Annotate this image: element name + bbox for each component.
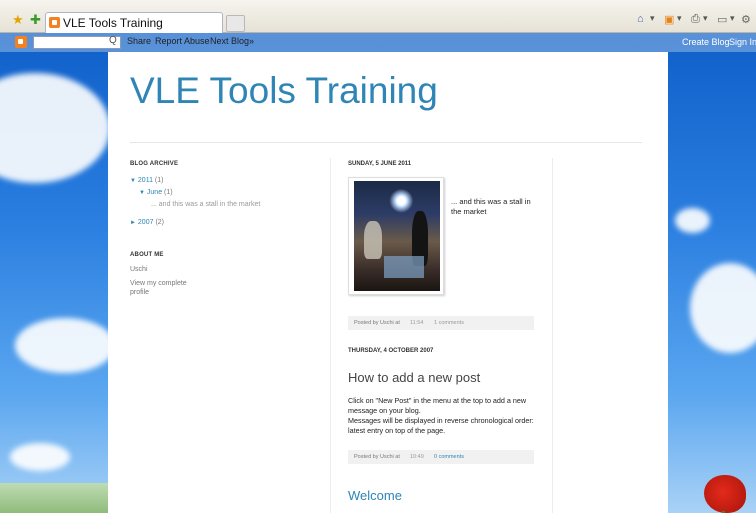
- archive-month-link[interactable]: June: [147, 189, 162, 196]
- archive-year-2007[interactable]: ► 2007 (2): [130, 219, 164, 226]
- photo-figure: [364, 221, 382, 259]
- posted-by-text: Posted by Uschi at: [354, 320, 400, 326]
- post-time-link[interactable]: 10:49: [410, 454, 424, 460]
- report-abuse-link[interactable]: Report Abuse: [155, 36, 210, 46]
- share-link[interactable]: Share: [127, 36, 151, 46]
- browser-tab[interactable]: VLE Tools Training: [45, 12, 223, 33]
- blog-content: VLE Tools Training BLOG ARCHIVE ▼ 2011 (…: [108, 52, 668, 513]
- cloud-decoration: [690, 263, 756, 353]
- posted-by-text: Posted by Uschi at: [354, 454, 400, 460]
- view-profile-link[interactable]: View my complete profile: [130, 279, 198, 298]
- blog-search-input[interactable]: [33, 36, 121, 49]
- archive-count: (2): [155, 219, 164, 226]
- cloud-decoration: [675, 208, 710, 233]
- post-footer: Posted by Uschi at 10:49 0 comments: [348, 450, 534, 464]
- archive-post-link[interactable]: ... and this was a stall in the market: [151, 201, 260, 208]
- post-footer: Posted by Uschi at 11:54 1 comments: [348, 316, 534, 330]
- post-title[interactable]: Welcome: [348, 488, 402, 503]
- print-icon[interactable]: ⎙: [691, 13, 700, 26]
- blog-archive-heading: BLOG ARCHIVE: [130, 161, 179, 167]
- post-caption: ... and this was a stall in the market: [451, 197, 531, 216]
- page-dropdown-icon[interactable]: ▾: [730, 13, 735, 24]
- grass-decoration: [0, 483, 110, 513]
- post-date: THURSDAY, 4 OCTOBER 2007: [348, 348, 434, 354]
- blogger-logo-icon[interactable]: [15, 36, 27, 48]
- page-background: Q Share Report Abuse Next Blog» Create B…: [0, 33, 756, 513]
- post-date: SUNDAY, 5 JUNE 2011: [348, 161, 412, 167]
- blog-title[interactable]: VLE Tools Training: [130, 70, 438, 112]
- about-me-heading: ABOUT ME: [130, 252, 164, 258]
- poppy-flower-image: [704, 475, 746, 513]
- archive-count: (1): [164, 189, 173, 196]
- column-divider: [330, 158, 331, 513]
- author-name[interactable]: Uschi: [130, 266, 148, 273]
- archive-count: (1): [154, 177, 164, 184]
- header-divider: [130, 142, 642, 143]
- collapse-triangle-icon[interactable]: ▼: [139, 190, 145, 196]
- archive-year-link[interactable]: 2007: [138, 219, 154, 226]
- post-time-link[interactable]: 11:54: [410, 320, 423, 326]
- post-title[interactable]: How to add a new post: [348, 370, 480, 385]
- blogger-favicon-icon: [49, 17, 60, 28]
- collapse-triangle-icon[interactable]: ▼: [130, 178, 136, 184]
- add-favorites-icon[interactable]: ✚: [30, 13, 44, 27]
- comments-link[interactable]: 0 comments: [434, 454, 464, 460]
- cloud-decoration: [0, 73, 110, 183]
- feed-icon[interactable]: ▣: [664, 13, 674, 26]
- expand-triangle-icon[interactable]: ►: [130, 220, 136, 226]
- cloud-decoration: [15, 318, 115, 373]
- next-blog-link[interactable]: Next Blog»: [210, 36, 254, 46]
- column-divider: [552, 158, 553, 513]
- page-icon[interactable]: ▭: [717, 13, 727, 26]
- cloud-decoration: [10, 443, 70, 471]
- comments-link[interactable]: 1 comments: [434, 320, 464, 326]
- photo-stall: [384, 256, 424, 278]
- favorites-star-icon[interactable]: ★: [12, 13, 26, 27]
- blogger-navbar: Q Share Report Abuse Next Blog» Create B…: [0, 33, 756, 52]
- feed-dropdown-icon[interactable]: ▾: [677, 13, 682, 24]
- sign-in-link[interactable]: Sign In: [729, 37, 756, 47]
- new-tab-button[interactable]: [226, 15, 245, 32]
- archive-year-2011[interactable]: ▼ 2011 (1): [130, 177, 163, 184]
- post-body: Click on "New Post" in the menu at the t…: [348, 396, 534, 436]
- market-stall-photo[interactable]: [348, 177, 444, 295]
- print-dropdown-icon[interactable]: ▾: [703, 13, 708, 24]
- search-icon[interactable]: Q: [109, 35, 117, 46]
- browser-tab-bar: ★ ✚ VLE Tools Training ⌂ ▾ ▣ ▾ ⎙ ▾ ▭ ▾ ⚙: [0, 0, 756, 33]
- archive-month-june[interactable]: ▼ June (1): [139, 189, 173, 196]
- tools-icon[interactable]: ⚙: [741, 13, 751, 26]
- tab-title: VLE Tools Training: [63, 16, 163, 30]
- home-dropdown-icon[interactable]: ▾: [650, 13, 655, 24]
- archive-year-link[interactable]: 2011: [138, 177, 153, 184]
- photo-image: [354, 181, 440, 291]
- home-icon[interactable]: ⌂: [637, 13, 644, 25]
- create-blog-link[interactable]: Create Blog: [682, 37, 730, 47]
